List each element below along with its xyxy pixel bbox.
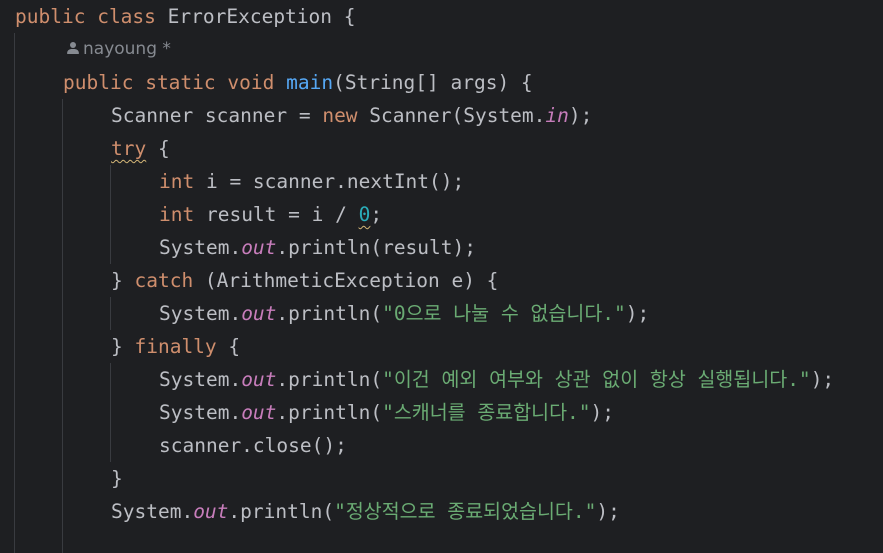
code-line-print-divzero[interactable]: System.out.println("0으로 나눌 수 없습니다."); bbox=[159, 297, 649, 330]
result-expression: result = i / bbox=[194, 203, 359, 226]
keyword-finally: finally bbox=[134, 335, 217, 358]
catch-params: (ArithmeticException e) { bbox=[193, 269, 499, 292]
string-literal: "이건 예외 여부와 상관 없이 항상 실행됩니다." bbox=[382, 368, 811, 391]
code-line-finally-end[interactable]: } bbox=[111, 462, 123, 495]
field-in: in bbox=[545, 104, 569, 127]
field-out: out bbox=[241, 236, 277, 259]
indent-guide-catch bbox=[110, 297, 111, 330]
statement-end: ); bbox=[810, 368, 835, 391]
statement-end: ); bbox=[568, 104, 593, 127]
keyword-void: void bbox=[227, 71, 275, 94]
method-name-main: main bbox=[286, 71, 334, 94]
indent-guide-method bbox=[62, 99, 63, 553]
scanner-close-call: scanner.close(); bbox=[159, 434, 347, 457]
scanner-declaration: Scanner scanner = bbox=[111, 104, 323, 127]
indent-guide-finally bbox=[110, 363, 111, 462]
system-prefix: System. bbox=[111, 500, 194, 523]
finally-brace: { bbox=[216, 335, 241, 358]
field-out: out bbox=[241, 302, 277, 325]
keyword-class: class bbox=[97, 5, 156, 28]
string-literal: "정상적으로 종료되었습니다." bbox=[334, 500, 597, 523]
method-params: (String[] args) { bbox=[333, 71, 533, 94]
keyword-new: new bbox=[322, 104, 358, 127]
println-call: .println( bbox=[276, 302, 383, 325]
keyword-catch: catch bbox=[134, 269, 194, 292]
finally-open: } bbox=[111, 335, 135, 358]
code-line-finally[interactable]: } finally { bbox=[111, 330, 240, 363]
indent-guide-try bbox=[110, 165, 111, 264]
code-line-int-i[interactable]: int i = scanner.nextInt(); bbox=[159, 165, 464, 198]
scanner-constructor: Scanner(System. bbox=[357, 104, 546, 127]
system-prefix: System. bbox=[159, 368, 242, 391]
keyword-public: public bbox=[15, 5, 86, 28]
keyword-int: int bbox=[159, 203, 195, 226]
string-literal: "스캐너를 종료합니다." bbox=[382, 401, 591, 424]
statement-end: ); bbox=[590, 401, 614, 424]
closing-brace: } bbox=[111, 467, 123, 490]
author-name: nayoung bbox=[83, 39, 157, 59]
code-line-scanner-close[interactable]: scanner.close(); bbox=[159, 429, 347, 462]
catch-open: } bbox=[111, 269, 135, 292]
code-line-class-declaration[interactable]: public class ErrorException { bbox=[15, 0, 356, 33]
code-line-print-always[interactable]: System.out.println("이건 예외 여부와 상관 없이 항상 실… bbox=[159, 363, 834, 396]
statement-end: ; bbox=[370, 203, 383, 226]
code-line-print-result[interactable]: System.out.println(result); bbox=[159, 231, 476, 264]
keyword-try: try bbox=[111, 137, 147, 160]
field-out: out bbox=[241, 368, 277, 391]
person-icon bbox=[66, 41, 80, 55]
code-line-main-method[interactable]: public static void main(String[] args) { bbox=[63, 66, 533, 99]
field-out: out bbox=[193, 500, 229, 523]
code-editor[interactable]: public class ErrorException { nayoung * … bbox=[0, 0, 883, 553]
println-call: .println( bbox=[276, 401, 383, 424]
keyword-int: int bbox=[159, 170, 195, 193]
code-line-print-normal[interactable]: System.out.println("정상적으로 종료되었습니다."); bbox=[111, 495, 620, 528]
try-brace: { bbox=[146, 137, 170, 160]
system-prefix: System. bbox=[159, 236, 242, 259]
modified-mark: * bbox=[162, 39, 171, 59]
code-line-scanner[interactable]: Scanner scanner = new Scanner(System.in)… bbox=[111, 99, 592, 132]
keyword-static: static bbox=[145, 71, 216, 94]
field-out: out bbox=[241, 401, 277, 424]
code-line-int-result[interactable]: int result = i / 0; bbox=[159, 198, 382, 231]
code-line-try[interactable]: try { bbox=[111, 132, 170, 165]
code-line-catch[interactable]: } catch (ArithmeticException e) { bbox=[111, 264, 498, 297]
println-call: .println( bbox=[228, 500, 335, 523]
indent-guide-class bbox=[14, 33, 15, 553]
string-literal: "0으로 나눌 수 없습니다." bbox=[382, 302, 626, 325]
int-i-rest: i = scanner.nextInt(); bbox=[194, 170, 465, 193]
println-call: .println(result); bbox=[276, 236, 477, 259]
class-name: ErrorException { bbox=[167, 5, 356, 28]
statement-end: ); bbox=[596, 500, 620, 523]
statement-end: ); bbox=[625, 302, 650, 325]
println-call: .println( bbox=[276, 368, 383, 391]
code-line-print-closing[interactable]: System.out.println("스캐너를 종료합니다."); bbox=[159, 396, 614, 429]
number-zero: 0 bbox=[358, 203, 371, 226]
system-prefix: System. bbox=[159, 401, 242, 424]
system-prefix: System. bbox=[159, 302, 242, 325]
author-inlay-hint[interactable]: nayoung * bbox=[66, 33, 171, 66]
keyword-public: public bbox=[63, 71, 134, 94]
